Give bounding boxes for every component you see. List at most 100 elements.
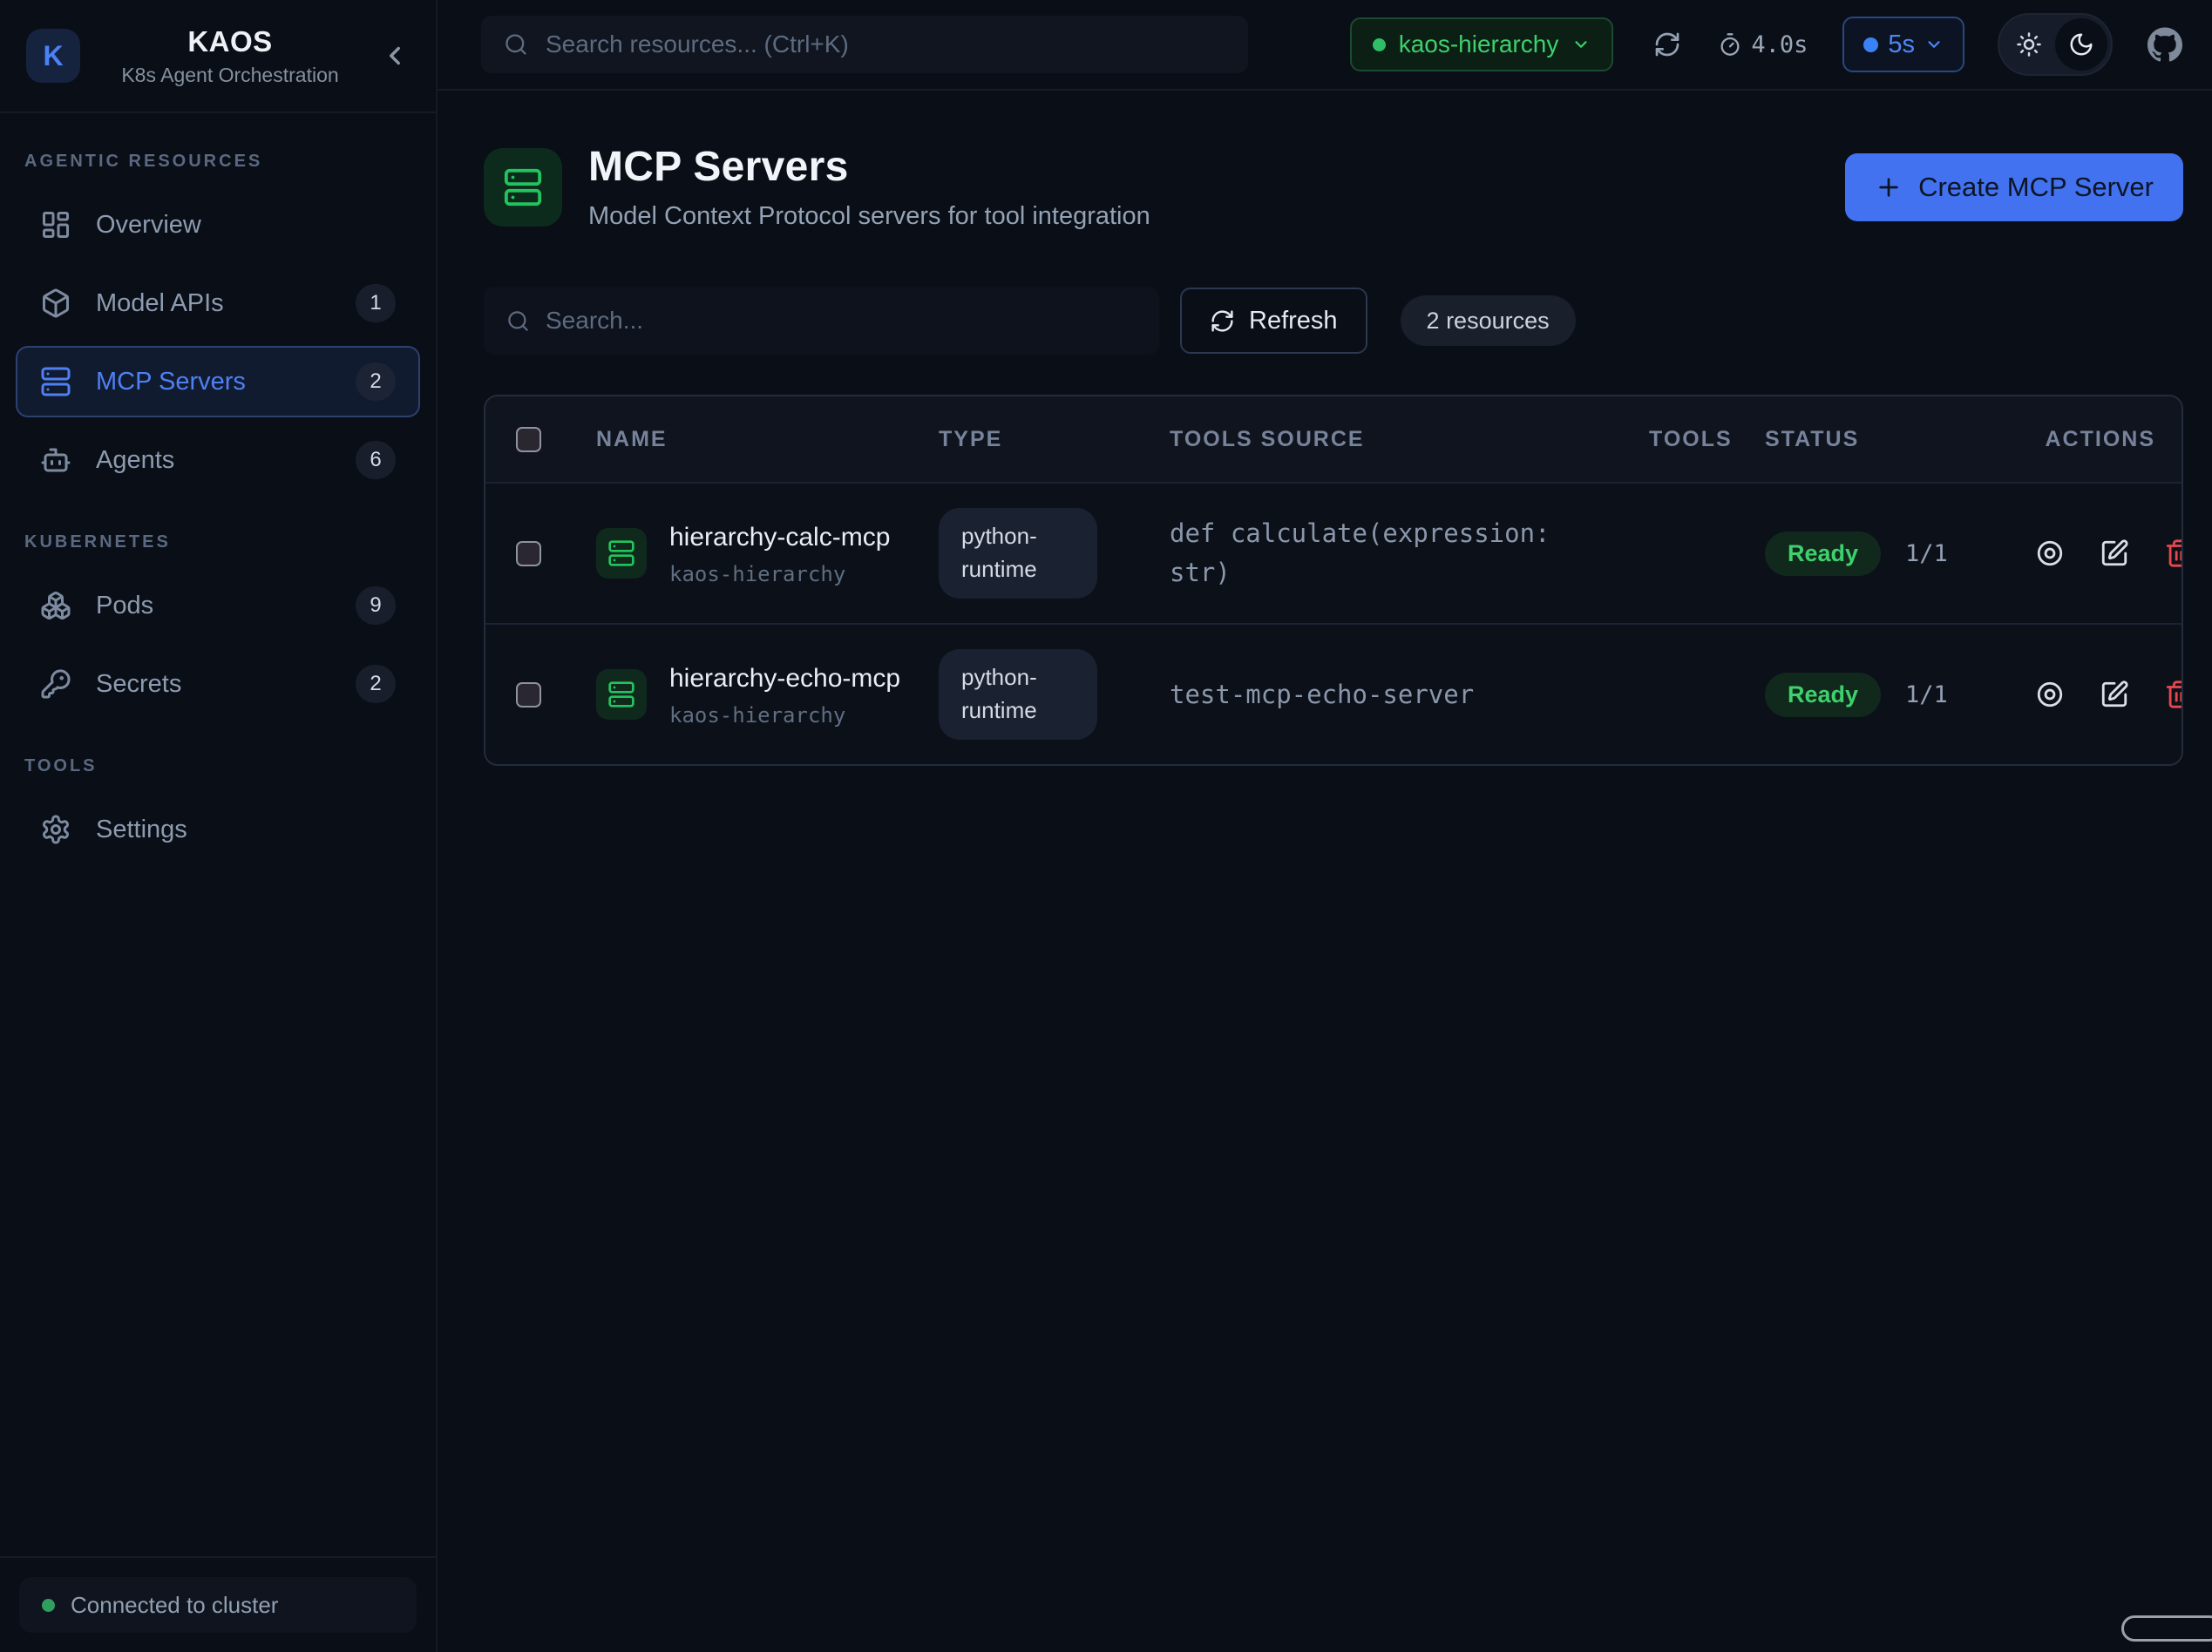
column-header-actions: ACTIONS xyxy=(2035,427,2181,452)
app-subtitle: K8s Agent Orchestration xyxy=(80,64,380,87)
poll-interval-value: 5s xyxy=(1888,30,1915,59)
main-content: MCP Servers Model Context Protocol serve… xyxy=(438,91,2212,1652)
mcp-servers-table: NAME TYPE TOOLS SOURCE TOOLS STATUS ACTI… xyxy=(484,395,2183,766)
eye-icon xyxy=(2035,538,2065,568)
table-row: hierarchy-calc-mcp kaos-hierarchy python… xyxy=(485,482,2181,623)
namespace-status-dot-icon xyxy=(1373,38,1386,51)
view-button[interactable] xyxy=(2035,538,2065,568)
app-logo-letter: K xyxy=(43,40,63,72)
column-header-tools: TOOLS xyxy=(1649,427,1765,452)
refresh-duration-value: 4.0s xyxy=(1751,31,1808,58)
row-checkbox[interactable] xyxy=(516,682,541,708)
count-badge: 2 xyxy=(356,665,396,703)
sidebar-item-secrets[interactable]: Secrets 2 xyxy=(16,648,420,720)
server-namespace: kaos-hierarchy xyxy=(669,703,900,728)
dashboard-icon xyxy=(40,209,71,240)
topbar: kaos-hierarchy 4.0s 5s xyxy=(438,0,2212,91)
cube-icon xyxy=(40,288,71,319)
poll-interval-selector[interactable]: 5s xyxy=(1842,17,1964,72)
interval-dot-icon xyxy=(1863,37,1878,52)
count-badge: 6 xyxy=(356,441,396,479)
edit-button[interactable] xyxy=(2100,680,2129,709)
delete-button[interactable] xyxy=(2164,680,2183,709)
light-theme-button[interactable] xyxy=(2003,18,2055,71)
section-label-agentic-resources: AGENTIC RESOURCES xyxy=(24,152,411,172)
page-header: MCP Servers Model Context Protocol serve… xyxy=(484,143,2183,231)
namespace-selector[interactable]: kaos-hierarchy xyxy=(1350,17,1614,71)
tools-source: def calculate(expression: str) xyxy=(1170,514,1588,592)
bot-icon xyxy=(40,444,71,476)
trash-icon xyxy=(2164,680,2183,709)
namespace-name: kaos-hierarchy xyxy=(1399,30,1559,58)
refresh-button[interactable]: Refresh xyxy=(1180,288,1367,354)
select-all-checkbox[interactable] xyxy=(516,427,541,452)
edit-icon xyxy=(2100,680,2129,709)
connection-status-text: Connected to cluster xyxy=(71,1592,278,1619)
refresh-duration: 4.0s xyxy=(1718,31,1808,58)
resource-search-input[interactable] xyxy=(546,307,1137,335)
server-name: hierarchy-echo-mcp xyxy=(669,661,900,697)
sidebar: K KAOS K8s Agent Orchestration AGENTIC R… xyxy=(0,0,438,1652)
resource-count-badge: 2 resources xyxy=(1401,295,1576,346)
gear-icon xyxy=(40,814,71,845)
server-icon xyxy=(596,669,647,720)
trash-icon xyxy=(2164,538,2183,568)
chevron-left-icon xyxy=(380,41,410,71)
search-icon xyxy=(504,32,528,57)
edit-icon xyxy=(2100,538,2129,568)
sidebar-item-agents[interactable]: Agents 6 xyxy=(16,424,420,496)
replica-count: 1/1 xyxy=(1905,540,1948,567)
sidebar-item-label: Settings xyxy=(96,816,187,844)
replica-count: 1/1 xyxy=(1905,681,1948,708)
plus-icon xyxy=(1875,173,1903,201)
row-checkbox[interactable] xyxy=(516,541,541,566)
sidebar-item-mcp-servers[interactable]: MCP Servers 2 xyxy=(16,346,420,417)
count-badge: 2 xyxy=(356,362,396,401)
section-label-tools: TOOLS xyxy=(24,756,411,776)
delete-button[interactable] xyxy=(2164,538,2183,568)
global-search-input[interactable] xyxy=(546,30,1225,58)
column-header-type: TYPE xyxy=(939,427,1170,452)
sidebar-item-label: Model APIs xyxy=(96,289,224,318)
moon-icon xyxy=(2068,31,2094,58)
tools-source: test-mcp-echo-server xyxy=(1170,675,1588,714)
sidebar-item-overview[interactable]: Overview xyxy=(16,189,420,261)
count-badge: 1 xyxy=(356,284,396,322)
page-subtitle: Model Context Protocol servers for tool … xyxy=(588,202,1150,231)
resource-search[interactable] xyxy=(484,287,1159,355)
sidebar-collapse-button[interactable] xyxy=(380,41,410,71)
horizontal-scrollbar[interactable] xyxy=(2121,1615,2212,1642)
eye-icon xyxy=(2035,680,2065,709)
create-mcp-server-button[interactable]: Create MCP Server xyxy=(1845,153,2183,221)
refresh-icon[interactable] xyxy=(1653,30,1681,58)
dark-theme-button[interactable] xyxy=(2055,18,2107,71)
type-badge: python-runtime xyxy=(939,508,1097,598)
sidebar-item-label: Overview xyxy=(96,211,201,240)
column-header-name: NAME xyxy=(596,427,939,452)
sidebar-item-model-apis[interactable]: Model APIs 1 xyxy=(16,267,420,339)
global-search[interactable] xyxy=(481,16,1248,73)
key-icon xyxy=(40,668,71,700)
sidebar-item-label: Agents xyxy=(96,446,174,475)
chevron-down-icon xyxy=(1924,35,1944,54)
sidebar-item-pods[interactable]: Pods 9 xyxy=(16,570,420,641)
app-logo: K xyxy=(26,29,80,83)
github-icon[interactable] xyxy=(2148,27,2182,62)
sidebar-item-label: Pods xyxy=(96,592,153,620)
sidebar-item-settings[interactable]: Settings xyxy=(16,794,420,865)
boxes-icon xyxy=(40,590,71,621)
edit-button[interactable] xyxy=(2100,538,2129,568)
sun-icon xyxy=(2016,31,2042,58)
server-icon xyxy=(503,167,543,207)
view-button[interactable] xyxy=(2035,680,2065,709)
type-badge: python-runtime xyxy=(939,649,1097,739)
search-icon xyxy=(506,309,530,333)
status-badge: Ready xyxy=(1765,673,1881,717)
server-icon xyxy=(40,366,71,397)
create-button-label: Create MCP Server xyxy=(1918,172,2154,203)
sidebar-header: K KAOS K8s Agent Orchestration xyxy=(0,0,436,113)
app-name: KAOS xyxy=(80,25,380,58)
timer-icon xyxy=(1718,32,1742,57)
mcp-servers-page-icon xyxy=(484,148,562,227)
toolbar: Refresh 2 resources xyxy=(484,287,2183,355)
